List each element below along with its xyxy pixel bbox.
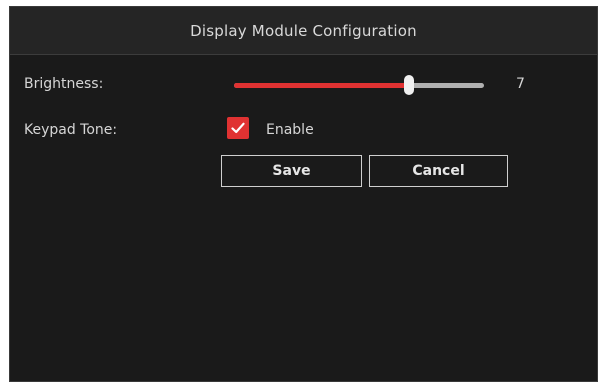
brightness-value: 7 (516, 76, 525, 92)
title-bar: Display Module Configuration (10, 7, 597, 55)
brightness-label: Brightness: (24, 76, 104, 92)
window-title: Display Module Configuration (190, 21, 417, 40)
slider-fill (234, 83, 409, 88)
keypad-tone-enable-label[interactable]: Enable (266, 122, 314, 138)
checkmark-icon (231, 122, 245, 134)
keypad-tone-label: Keypad Tone: (24, 122, 118, 138)
save-button[interactable]: Save (221, 155, 362, 187)
keypad-tone-checkbox[interactable] (227, 117, 249, 139)
display-config-panel: Display Module Configuration Brightness:… (9, 6, 598, 382)
brightness-slider[interactable] (234, 73, 484, 97)
cancel-button[interactable]: Cancel (369, 155, 508, 187)
slider-thumb[interactable] (404, 75, 414, 95)
